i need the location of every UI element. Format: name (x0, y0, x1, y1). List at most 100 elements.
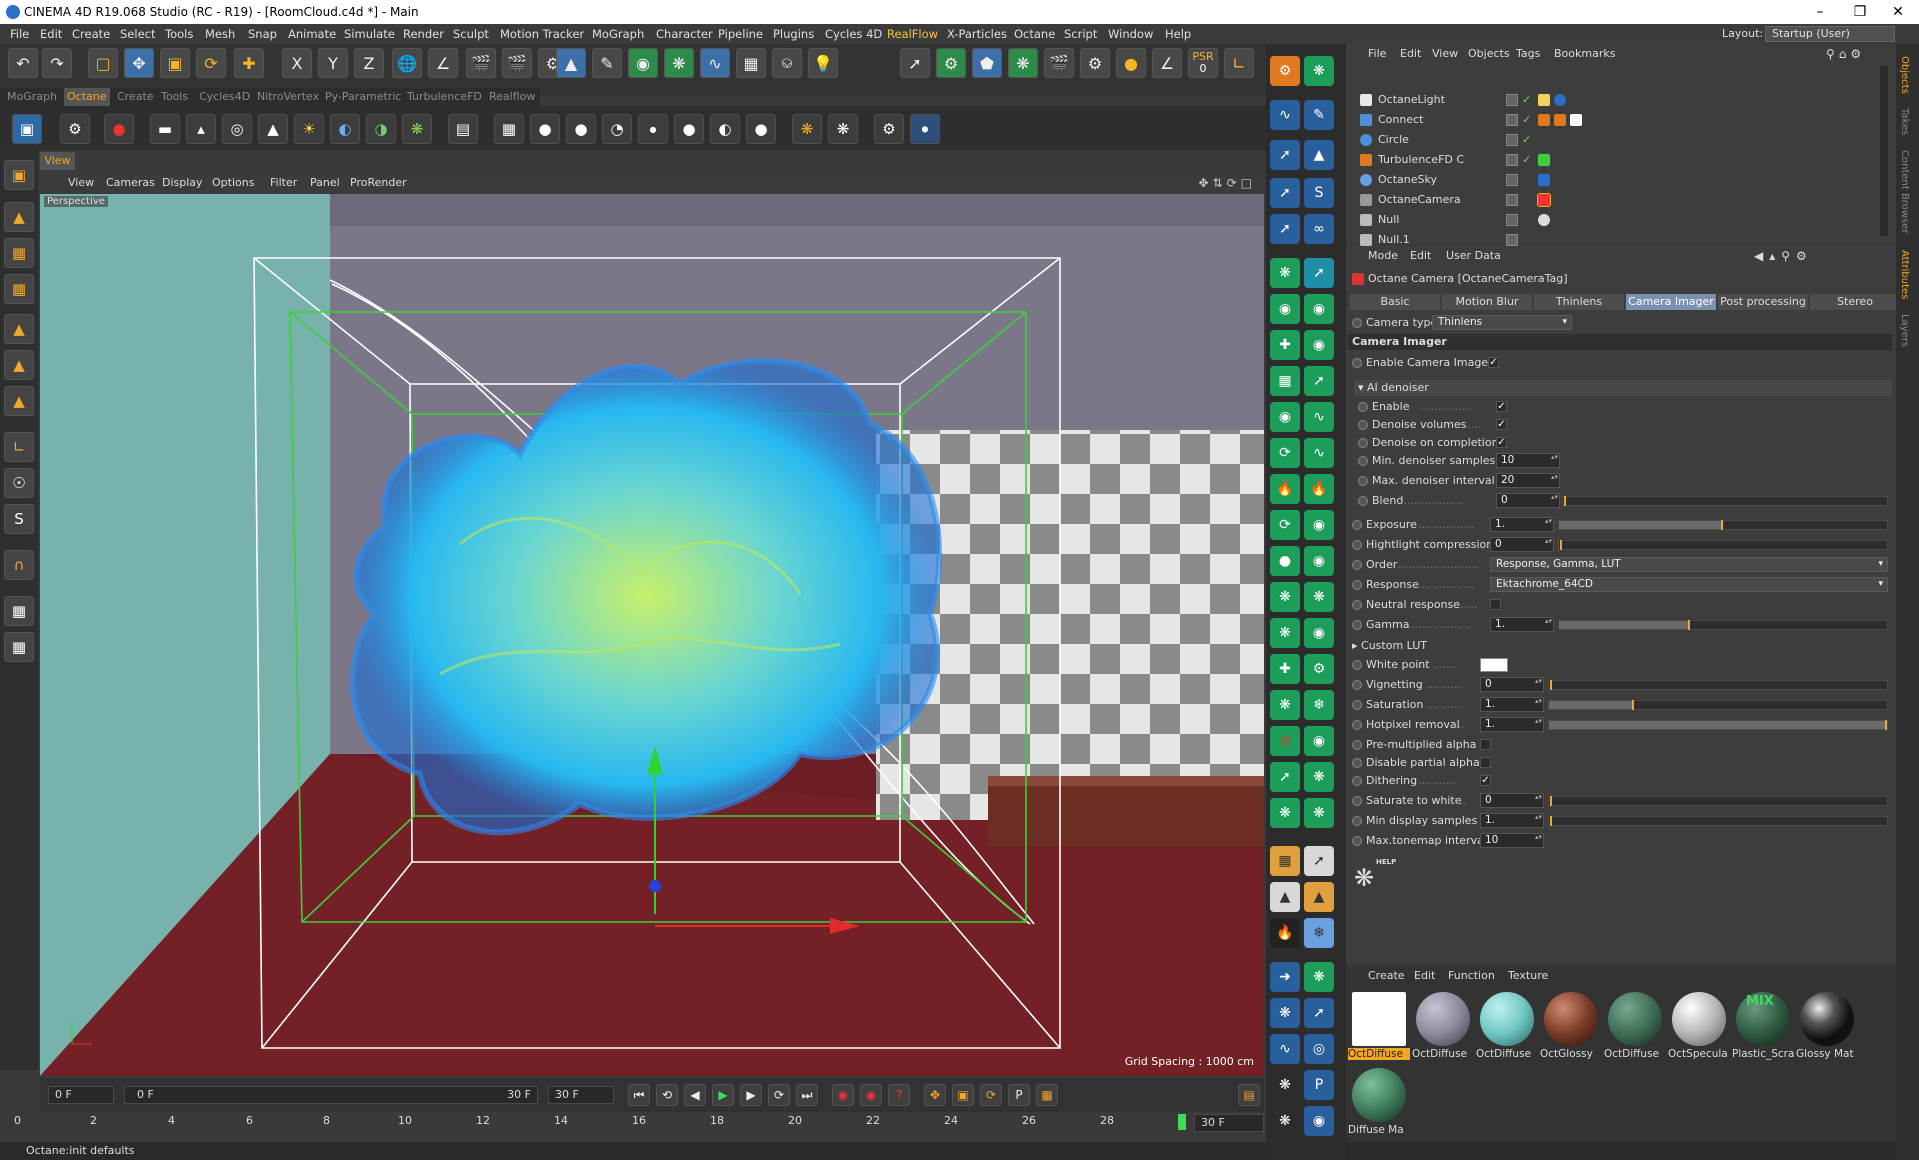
vp-menu-cameras[interactable]: Cameras (106, 172, 155, 194)
zero-coords-icon[interactable]: ∠ (1152, 48, 1182, 78)
vtab-takes[interactable]: Takes (1899, 108, 1910, 135)
rf-wave-icon[interactable]: ❋ (1270, 998, 1300, 1028)
octane-daylight-icon[interactable]: ☀ (294, 114, 324, 144)
menu-plugins[interactable]: Plugins (773, 24, 814, 44)
make-editable-icon[interactable]: ▣ (4, 160, 34, 190)
magnet-snap-icon[interactable]: ∩ (4, 550, 34, 580)
scale-tool-icon[interactable]: ▣ (160, 48, 190, 78)
tab-cycles4d[interactable]: Cycles4D (196, 88, 253, 106)
menu-create[interactable]: Create (72, 24, 110, 44)
rf-bird-icon[interactable]: ➚ (1304, 998, 1334, 1028)
ai-denoiser-group[interactable]: ▾ AI denoiser (1354, 380, 1892, 396)
mat-menu-texture[interactable]: Texture (1508, 966, 1548, 986)
material-octdiffuse-green[interactable]: OctDiffuse (1604, 990, 1664, 1062)
xp-lock-icon[interactable]: ◉ (1304, 618, 1334, 648)
subdivision-surface-icon[interactable]: ◉ (628, 48, 658, 78)
minimize-button[interactable]: – (1800, 0, 1840, 24)
keyframe-selection-icon[interactable]: ? (888, 1084, 910, 1106)
xp-speed-icon[interactable]: ◉ (1304, 510, 1334, 540)
workplane-icon[interactable]: ▦ (4, 274, 34, 304)
xparticles-modifier-icon[interactable]: ⬟ (972, 48, 1002, 78)
menu-simulate[interactable]: Simulate (344, 24, 395, 44)
menu-character[interactable]: Character (656, 24, 713, 44)
octane-help-button[interactable]: ❋ HELP (1354, 858, 1396, 894)
prev-key-icon[interactable]: ⟲ (656, 1084, 678, 1106)
maximize-button[interactable]: ❐ (1840, 0, 1880, 24)
xp-gear-icon[interactable]: ⚙ (1304, 654, 1334, 684)
xp-spin-icon[interactable]: ◉ (1270, 402, 1300, 432)
x-axis-lock-button[interactable]: X (282, 48, 312, 78)
psr-reset-button[interactable]: PSR 0 (1188, 48, 1218, 78)
bend-tool-icon[interactable]: ➚ (1270, 214, 1300, 244)
material-glossy-mat[interactable]: Glossy Mat (1796, 990, 1856, 1062)
xp-color-icon[interactable]: ❋ (1270, 798, 1300, 828)
vtab-objects[interactable]: Objects (1899, 56, 1910, 94)
xp-turbulence-icon[interactable]: ⟳ (1270, 438, 1300, 468)
menu-snap[interactable]: Snap (248, 24, 277, 44)
dithering-checkbox[interactable]: ✓ (1480, 775, 1491, 786)
menu-xparticles[interactable]: X-Particles (947, 24, 1007, 44)
vp-menu-view[interactable]: View (68, 172, 94, 194)
tab-tools[interactable]: Tools (158, 88, 191, 106)
z-axis-lock-button[interactable]: Z (354, 48, 384, 78)
obj-search-home-icons[interactable]: ⚲⌂⚙ (1826, 44, 1865, 64)
attr-tab-motion-blur[interactable]: Motion Blur (1442, 294, 1532, 310)
octane-targeted-light-icon[interactable]: ▴ (186, 114, 216, 144)
next-key-icon[interactable]: ⟳ (768, 1084, 790, 1106)
min-display-samples-slider[interactable] (1548, 816, 1888, 826)
denoise-volumes-checkbox[interactable]: ✓ (1496, 419, 1507, 430)
timeline-playhead[interactable] (1178, 1114, 1186, 1130)
vtab-content-browser[interactable]: Content Browser (1899, 150, 1910, 233)
material-octdiffuse-white[interactable]: OctDiffuse (1348, 990, 1410, 1062)
model-mode-icon[interactable]: ▲ (4, 202, 34, 232)
object-row-connect[interactable]: Connect ✓ (1346, 110, 1886, 130)
rf-globe-icon[interactable]: ◉ (1304, 1106, 1334, 1136)
xparticles-question-icon[interactable]: ❋ (1008, 48, 1038, 78)
vp-menu-prorender[interactable]: ProRender (350, 172, 407, 194)
close-button[interactable]: ✕ (1878, 0, 1918, 24)
mat-menu-function[interactable]: Function (1448, 966, 1495, 986)
material-diffuse-mat[interactable]: Diffuse Ma (1348, 1066, 1408, 1138)
menu-select[interactable]: Select (120, 24, 155, 44)
goto-start-icon[interactable]: ⏮ (628, 1084, 650, 1106)
octane-grid-icon[interactable]: ▦ (494, 114, 524, 144)
xp-collider-icon[interactable]: ∿ (1304, 438, 1334, 468)
grid-workplane-icon[interactable]: ▦ (4, 632, 34, 662)
obj-menu-view[interactable]: View (1432, 44, 1458, 64)
rf-domain-icon[interactable]: ▲ (1270, 882, 1300, 912)
key-scale-icon[interactable]: ▣ (952, 1084, 974, 1106)
array-generator-icon[interactable]: ❋ (664, 48, 694, 78)
sketch-tool-icon[interactable]: ✎ (1304, 100, 1334, 130)
key-pla-icon[interactable]: ▦ (1036, 1084, 1058, 1106)
spline-tool-icon[interactable]: ∿ (1270, 100, 1300, 130)
xp-vortex-icon[interactable]: ⟳ (1270, 510, 1300, 540)
highlight-compression-slider[interactable] (1558, 540, 1888, 550)
object-row-circle[interactable]: Circle ✓ (1346, 130, 1886, 150)
rf-fluid-icon[interactable]: ▦ (1270, 846, 1300, 876)
gamma-slider[interactable] (1558, 620, 1888, 630)
tab-create[interactable]: Create (114, 88, 157, 106)
xp-search-icon[interactable]: ◉ (1304, 546, 1334, 576)
coordinate-system-icon[interactable]: ∠ (428, 48, 458, 78)
infinity-tool-icon[interactable]: ∞ (1304, 214, 1334, 244)
material-octglossy[interactable]: OctGlossy (1540, 990, 1600, 1062)
object-manager-scrollbar[interactable] (1880, 66, 1888, 236)
object-row-octanesky[interactable]: OctaneSky (1346, 170, 1886, 190)
tab-py-parametric[interactable]: Py-Parametric (322, 88, 404, 106)
octane-orbx-icon[interactable]: ⬢ (910, 114, 940, 144)
play-icon[interactable]: ▶ (712, 1084, 734, 1106)
rf-scatter-icon[interactable]: ❋ (1270, 1106, 1300, 1136)
highlight-compression-field[interactable]: 0 (1490, 537, 1554, 552)
rotate-tool-icon[interactable]: ⟳ (196, 48, 226, 78)
frame-ruler[interactable]: 0 2 4 6 8 10 12 14 16 18 20 22 24 26 28 … (0, 1112, 1268, 1142)
attr-menu-edit[interactable]: Edit (1410, 246, 1431, 266)
premultiplied-alpha-checkbox[interactable] (1480, 739, 1491, 750)
menu-mesh[interactable]: Mesh (205, 24, 235, 44)
undo-icon[interactable]: ↶ (8, 48, 38, 78)
tab-turbulencefd[interactable]: TurbulenceFD (404, 88, 485, 106)
octane-metal-mat-icon[interactable]: ● (674, 114, 704, 144)
mat-menu-create[interactable]: Create (1368, 966, 1405, 986)
xp-age-icon[interactable]: ◉ (1304, 726, 1334, 756)
saturate-to-white-field[interactable]: 0 (1480, 793, 1544, 808)
rf-circle-icon[interactable]: ◎ (1304, 1034, 1334, 1064)
